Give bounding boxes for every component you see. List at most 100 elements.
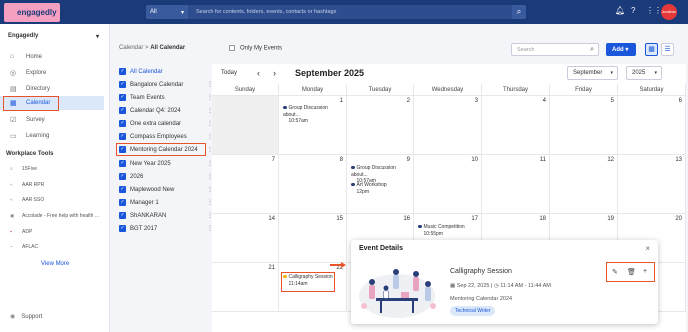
calendar-item[interactable]: ✓ One extra calendar ⋮ [119,118,213,131]
calendar-day-cell[interactable]: 2 [347,96,414,155]
checkbox-checked-icon[interactable]: ✓ [119,68,126,75]
event-name: Calligraphy Session [450,268,512,275]
chevron-down-icon: ▾ [610,70,613,76]
prev-month-icon[interactable]: ‹ [257,68,260,78]
tool-adp[interactable]: ▪ ADP [10,229,32,235]
sidebar-item-home[interactable]: ⌂ Home [0,50,104,64]
calendar-day-cell[interactable]: 7 [212,155,279,214]
tool-accolade[interactable]: ▣ Accolade - Free help with health ... [10,213,99,219]
calendar-day-cell[interactable]: 3 [414,96,482,155]
calendar-item-all[interactable]: ✓ All Calendar [119,66,211,79]
support-link[interactable]: ◉ Support [10,313,42,320]
calendar-day-cell[interactable]: 11 [482,155,550,214]
checkbox-checked-icon[interactable]: ✓ [119,107,126,114]
calendar-day-cell[interactable]: 10 [414,155,482,214]
today-button[interactable]: Today [221,70,237,76]
checkbox-checked-icon[interactable]: ✓ [119,225,126,232]
calendar-day-cell[interactable]: 14 [212,214,279,263]
next-month-icon[interactable]: › [273,68,276,78]
list-view-icon[interactable]: ☰ [661,43,674,56]
global-search-input[interactable]: Search for contents, folders, events, co… [196,9,336,15]
calendar-item[interactable]: ✓ Maplewood New ⋮ [119,184,213,197]
checkbox-checked-icon[interactable]: ✓ [119,133,126,140]
sidebar-item-survey[interactable]: ☑ Survey [0,113,104,127]
calendar-day-cell[interactable]: 22 Calligraphy Session 11:14am [279,263,347,312]
checkbox-checked-icon[interactable]: ✓ [119,94,126,101]
event-dot-icon [418,224,422,228]
sidebar-item-learning[interactable]: ▭ Learning [0,129,104,143]
calendar-day-cell[interactable]: 15 [279,214,347,263]
calendar-item[interactable]: ✓ ShANKARAN ⋮ [119,210,213,223]
checkbox-checked-icon[interactable]: ✓ [119,212,126,219]
calendar-day-cell[interactable]: 4 [482,96,550,155]
edit-icon[interactable]: ✎ [612,268,618,276]
tool-aar-rpr[interactable]: ≈ AAR RPR [10,182,44,188]
bell-icon[interactable]: 🔔︎ [615,6,625,15]
tool-15five[interactable]: ≡ 15Five [10,166,37,172]
calendar-day-cell[interactable]: 9 Group Discussion about... 10:57am Art Wor… [347,155,414,214]
aar-logo-icon: ≈ [10,182,13,187]
checkbox-checked-icon[interactable]: ✓ [119,81,126,88]
view-more-link[interactable]: View More [41,261,69,267]
calendar-day-cell[interactable]: 21 [212,263,279,312]
calendar-day-cell[interactable] [212,96,279,155]
calendar-event[interactable]: Music Competition 10:55pm [418,224,465,237]
calendar-item[interactable]: ✓ Bangalore Calendar ⋮ [119,79,213,92]
event-dot-icon [283,105,287,109]
calendar-event[interactable]: Group Discussion about... 10:57am [283,105,346,125]
checkbox-checked-icon[interactable]: ✓ [119,199,126,206]
breadcrumb-calendar[interactable]: Calendar [119,45,143,51]
day-number: 16 [403,216,410,222]
grid-view-icon[interactable]: ▦ [645,43,658,56]
event-dot-icon [351,165,355,169]
calendar-item[interactable]: ✓ BGT 2017 ⋮ [119,223,213,236]
sidebar-item-explore[interactable]: ◎ Explore [0,66,104,80]
trash-icon[interactable]: 🗑︎ [627,268,636,276]
month-select[interactable]: September ▾ [567,66,618,80]
calendar-item[interactable]: ✓ Manager 1 ⋮ [119,197,213,210]
calendar-event[interactable]: Art Workshop 12pm [351,182,387,195]
calendar-day-cell[interactable]: 5 [550,96,618,155]
only-my-events-toggle[interactable]: Only My Events [229,45,282,52]
grid-apps-icon[interactable]: ⋮⋮ [646,6,662,15]
day-number: 5 [610,98,614,104]
chevron-down-icon: ▾ [96,34,100,40]
home-icon: ⌂ [10,53,15,60]
add-icon[interactable]: + [643,268,647,275]
search-scope-select[interactable]: All ▾ [146,5,188,19]
engagedly-logo[interactable]: engagedly [4,3,60,22]
day-number: 1 [339,98,343,104]
checkbox-checked-icon[interactable]: ✓ [119,120,126,127]
aflac-logo-icon: ~ [10,244,13,249]
org-switcher[interactable]: Engagedly ▾ [8,33,99,40]
day-number: 21 [268,265,275,271]
add-button[interactable]: Add ▾ [606,43,636,56]
day-number: 8 [339,157,343,163]
calendar-search-input[interactable]: Search ⌕ [511,43,599,56]
calendar-item[interactable]: ✓ Calendar Q4: 2024 ⋮ [119,105,213,118]
breadcrumb: Calendar > All Calendar [119,45,186,51]
calendar-day-cell[interactable]: 1 Group Discussion about... 10:57am [279,96,347,155]
checkbox-checked-icon[interactable]: ✓ [119,160,126,167]
day-number: 15 [336,216,343,222]
calendar-item[interactable]: ✓ New Year 2025 ⋮ [119,158,213,171]
tool-aar-sso[interactable]: ≈ AAR SSO [10,197,44,203]
only-my-events-checkbox[interactable] [229,45,235,51]
day-number: 3 [474,98,478,104]
calendar-day-cell[interactable]: 12 [550,155,618,214]
calendar-item[interactable]: ✓ Team Events ⋮ [119,92,213,105]
help-icon[interactable]: ? [631,6,635,15]
calendar-day-cell[interactable]: 13 [618,155,686,214]
year-select[interactable]: 2025 ▾ [626,66,662,80]
calendar-day-cell[interactable]: 8 [279,155,347,214]
calendar-day-cell[interactable]: 6 [618,96,686,155]
user-avatar[interactable]: Jonathan Dee [661,4,677,30]
close-icon[interactable]: × [645,244,650,253]
search-icon[interactable]: ⌕ [512,5,526,19]
checkbox-checked-icon[interactable]: ✓ [119,186,126,193]
checkbox-checked-icon[interactable]: ✓ [119,173,126,180]
calendar-item[interactable]: ✓ 2026 ⋮ [119,171,213,184]
tool-aflac[interactable]: ~ AFLAC [10,244,38,250]
day-of-week-header: Saturday [618,84,686,96]
sidebar-item-directory[interactable]: ▤ Directory [0,82,104,96]
